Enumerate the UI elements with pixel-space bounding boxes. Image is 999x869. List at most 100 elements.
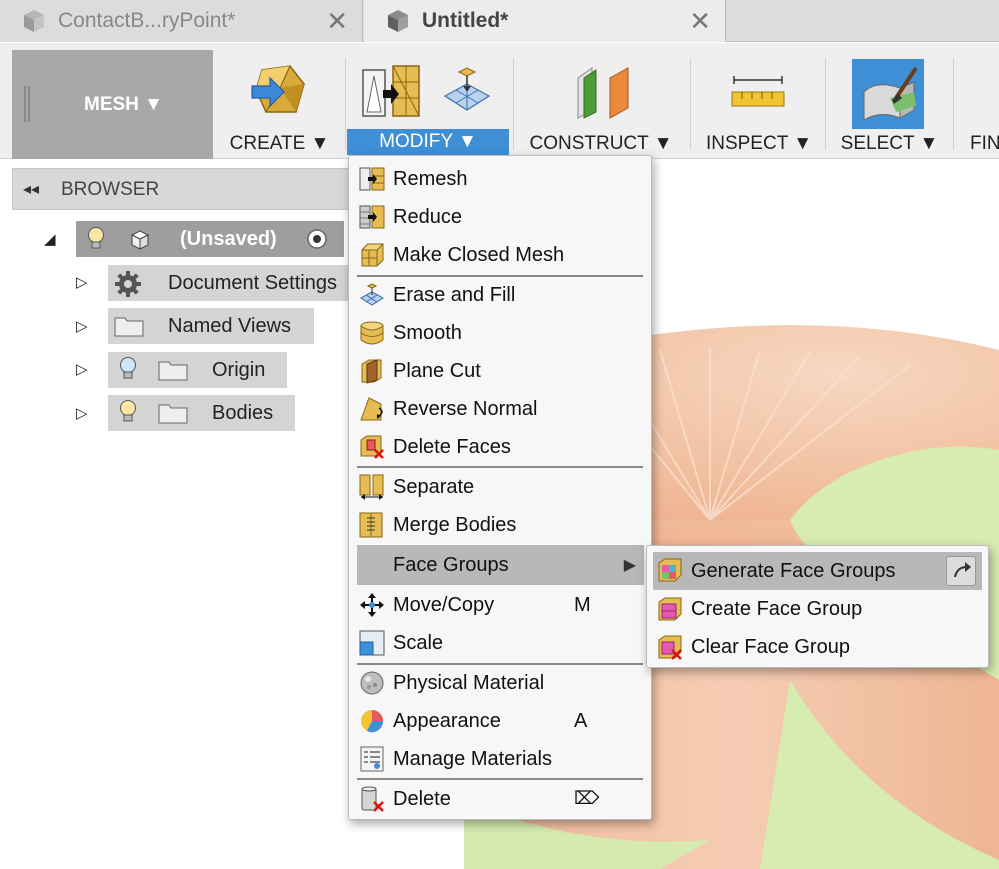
toolbar-divider <box>690 58 691 150</box>
submenu-item-generate-face-groups[interactable]: Generate Face Groups <box>653 552 982 590</box>
submenu-item-clear-face-group[interactable]: Clear Face Group <box>647 629 988 665</box>
browser-item-named-views[interactable]: Named Views <box>108 308 314 344</box>
repeat-arrow-icon <box>954 562 971 578</box>
menu-item-remesh[interactable]: Remesh <box>349 161 651 197</box>
smooth-icon <box>360 321 384 345</box>
menu-item-manage-materials[interactable]: Manage Materials <box>349 741 651 777</box>
menu-item-label: Create Face Group <box>691 598 863 620</box>
menu-item-plane-cut[interactable]: Plane Cut <box>349 353 651 389</box>
expand-triangle-icon[interactable]: ▷ <box>76 404 88 422</box>
expand-triangle-icon[interactable]: ▷ <box>76 360 88 378</box>
move-icon <box>360 593 384 617</box>
browser-title: BROWSER <box>61 179 160 200</box>
create-form-icon <box>251 65 305 113</box>
menu-item-reverse-normal[interactable]: Reverse Normal <box>349 391 651 427</box>
folder-icon <box>114 317 144 337</box>
create-label: CREATE ▼ <box>229 133 330 154</box>
close-tab-icon[interactable]: ✕ <box>326 6 348 37</box>
folder-icon <box>158 361 188 381</box>
toolbar-divider <box>513 58 514 150</box>
appearance-icon <box>361 710 384 733</box>
toolbar-divider <box>825 58 826 150</box>
remesh-icon <box>359 167 385 191</box>
menu-item-label: Physical Material <box>393 672 545 694</box>
delete-icon <box>361 786 384 812</box>
close-tab-icon[interactable]: ✕ <box>689 6 711 37</box>
collapse-browser-icon[interactable]: ◂◂ <box>23 179 39 199</box>
lightbulb-icon[interactable] <box>86 226 106 252</box>
inspect-group[interactable]: INSPECT ▼ <box>700 50 818 159</box>
inspect-label: INSPECT ▼ <box>705 133 813 154</box>
submenu-arrow-icon: ▶ <box>623 557 636 574</box>
modify-dropdown-menu: Remesh Reduce Make Closed Mesh Erase and… <box>348 155 652 820</box>
generate-face-groups-icon <box>658 558 682 582</box>
menu-item-label: Appearance <box>393 710 501 732</box>
measure-icon <box>731 76 785 107</box>
menu-item-label: Manage Materials <box>393 748 552 770</box>
menu-item-face-groups[interactable]: Face Groups ▶ <box>357 545 644 585</box>
expand-triangle-icon[interactable]: ▷ <box>76 317 88 335</box>
menu-item-erase-and-fill[interactable]: Erase and Fill <box>349 277 651 313</box>
lightbulb-icon[interactable] <box>118 399 138 425</box>
workspace-label: MESH ▼ <box>84 94 163 115</box>
lightbulb-icon[interactable] <box>118 356 138 382</box>
clear-face-group-icon <box>658 635 682 660</box>
create-face-group-icon <box>658 597 682 621</box>
tab-untitled[interactable]: Untitled* ✕ <box>364 0 726 42</box>
browser-root-row[interactable]: (Unsaved) <box>76 221 344 257</box>
menu-item-physical-material[interactable]: Physical Material <box>349 665 651 701</box>
activate-radio-icon[interactable] <box>306 228 328 250</box>
browser-item-document-settings[interactable]: Document Settings <box>108 265 350 301</box>
erase-fill-tool-icon <box>443 67 491 111</box>
menu-item-separate[interactable]: Separate <box>349 469 651 505</box>
modify-label: MODIFY ▼ <box>347 129 509 155</box>
menu-item-label: Clear Face Group <box>691 636 850 658</box>
expand-triangle-icon[interactable]: ▷ <box>76 273 88 291</box>
make-closed-mesh-icon <box>360 243 385 267</box>
physical-material-icon <box>360 671 384 695</box>
modify-group[interactable]: MODIFY ▼ <box>347 50 509 159</box>
select-label: SELECT ▼ <box>840 133 939 154</box>
repeat-command-button[interactable] <box>946 556 976 586</box>
item-label: Bodies <box>212 402 274 424</box>
construct-plane-icon <box>577 67 629 119</box>
construct-group[interactable]: CONSTRUCT ▼ <box>520 50 682 159</box>
browser-header[interactable]: ◂◂ BROWSER <box>12 168 350 210</box>
menu-item-make-closed-mesh[interactable]: Make Closed Mesh <box>349 237 651 273</box>
menu-item-move-copy[interactable]: Move/Copy M <box>349 587 651 623</box>
menu-item-label: Erase and Fill <box>393 284 516 306</box>
menu-item-delete[interactable]: Delete ⌦ <box>349 781 651 817</box>
delete-faces-icon <box>360 435 384 459</box>
component-cube-icon <box>388 10 408 32</box>
menu-item-smooth[interactable]: Smooth <box>349 315 651 351</box>
create-group[interactable]: CREATE ▼ <box>222 50 337 159</box>
root-label: (Unsaved) <box>180 228 277 250</box>
item-label: Document Settings <box>168 272 337 294</box>
workspace-switcher[interactable]: MESH ▼ <box>12 50 213 159</box>
menu-item-shortcut: ⌦ <box>574 788 600 808</box>
menu-item-merge-bodies[interactable]: Merge Bodies <box>349 507 651 543</box>
menu-item-reduce[interactable]: Reduce <box>349 199 651 235</box>
reduce-icon <box>359 205 385 229</box>
toolbar-divider <box>345 58 346 150</box>
expand-triangle-icon[interactable]: ◢ <box>44 230 56 248</box>
finish-group[interactable]: FIN <box>958 50 999 159</box>
tab-contactb[interactable]: ContactB...ryPoint* ✕ <box>0 0 363 42</box>
submenu-item-create-face-group[interactable]: Create Face Group <box>647 591 988 627</box>
menu-item-scale[interactable]: Scale <box>349 625 651 661</box>
drag-grip-icon[interactable] <box>24 86 30 122</box>
menu-item-label: Move/Copy <box>393 594 495 616</box>
menu-item-label: Scale <box>393 632 444 654</box>
erase-fill-icon <box>360 283 384 306</box>
browser-item-bodies[interactable]: Bodies <box>108 395 295 431</box>
manage-materials-icon <box>360 746 384 772</box>
finish-label: FIN <box>970 133 999 154</box>
menu-divider <box>357 778 643 780</box>
menu-item-delete-faces[interactable]: Delete Faces <box>349 429 651 465</box>
menu-item-label: Merge Bodies <box>393 514 517 536</box>
document-tab-bar: ContactB...ryPoint* ✕ Untitled* ✕ <box>0 0 999 42</box>
menu-item-appearance[interactable]: Appearance A <box>349 703 651 739</box>
select-group[interactable]: SELECT ▼ <box>832 50 947 159</box>
construct-label: CONSTRUCT ▼ <box>529 133 673 154</box>
browser-item-origin[interactable]: Origin <box>108 352 287 388</box>
